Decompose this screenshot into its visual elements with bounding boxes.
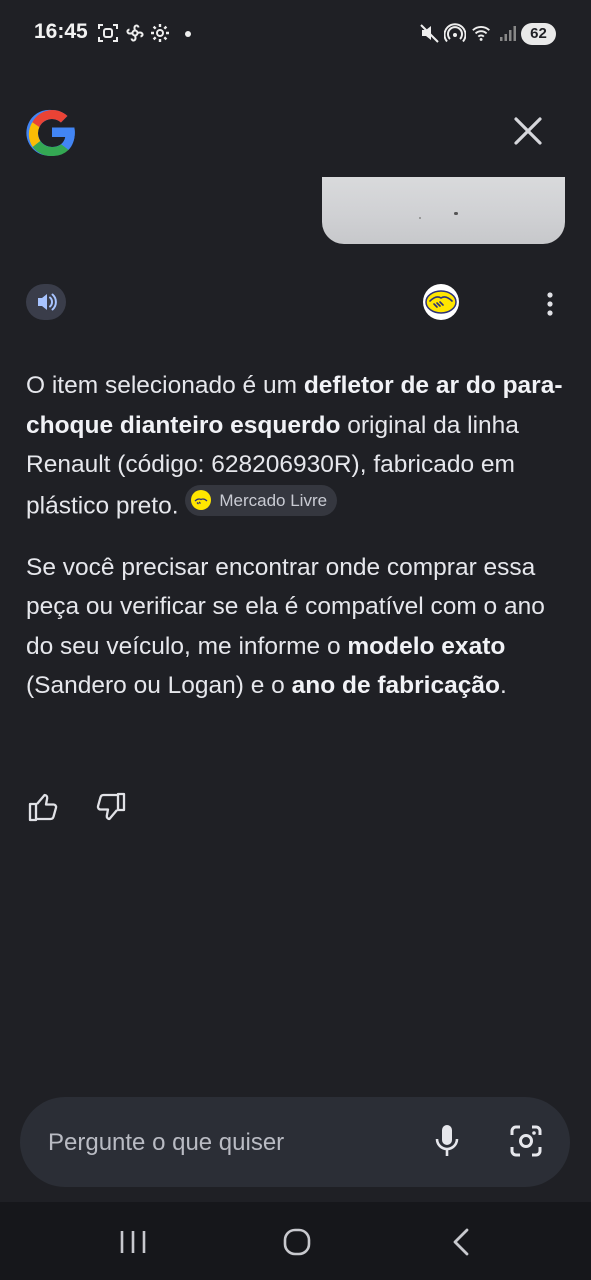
home-button[interactable] [277,1222,317,1262]
mercado-livre-logo [425,290,457,314]
google-lens-button[interactable] [508,1123,544,1159]
more-options-button[interactable] [538,288,562,320]
response-paragraph-2: Se você precisar encontrar onde comprar … [26,548,571,706]
screenshot-icon [98,24,118,42]
source-chip-label: Mercado Livre [219,490,328,510]
image-detail [454,212,458,215]
image-detail [419,217,421,219]
close-button[interactable] [508,111,548,151]
hotspot-icon [444,23,466,43]
text-span: (Sandero ou Logan) e o [26,672,292,699]
system-navigation-bar [0,1202,591,1280]
prompt-input[interactable] [46,1122,390,1164]
status-bar: 16:45 62 [0,0,591,70]
mercado-livre-icon [191,490,212,510]
thumbs-up-button[interactable] [26,790,60,824]
wifi-icon [472,26,490,41]
source-chip[interactable]: Mercado Livre [185,484,338,516]
ai-response: O item selecionado é um defletor de ar d… [26,366,571,728]
text-span: O item selecionado é um [26,372,304,399]
notification-dot [185,31,191,37]
google-logo [26,109,75,157]
signal-icon [500,26,516,41]
read-aloud-button[interactable] [26,284,66,320]
gear-icon [151,24,169,42]
pinwheel-icon [126,24,144,42]
back-button[interactable] [443,1222,483,1262]
text-span: . [499,672,507,699]
speaker-icon [38,293,57,311]
mute-icon [420,24,439,43]
thumbs-down-button[interactable] [94,790,128,824]
clock: 16:45 [34,20,88,43]
uploaded-image-thumbnail[interactable] [322,177,565,244]
battery-level: 62 [521,23,556,45]
response-paragraph-1: O item selecionado é um defletor de ar d… [26,366,571,526]
microphone-button[interactable] [432,1123,462,1159]
recent-apps-button[interactable] [113,1222,153,1262]
prompt-input-bar [20,1097,570,1187]
source-avatar[interactable] [423,284,459,320]
bold-span: modelo exato [347,632,506,660]
bold-span: ano de fabricação [291,672,500,699]
